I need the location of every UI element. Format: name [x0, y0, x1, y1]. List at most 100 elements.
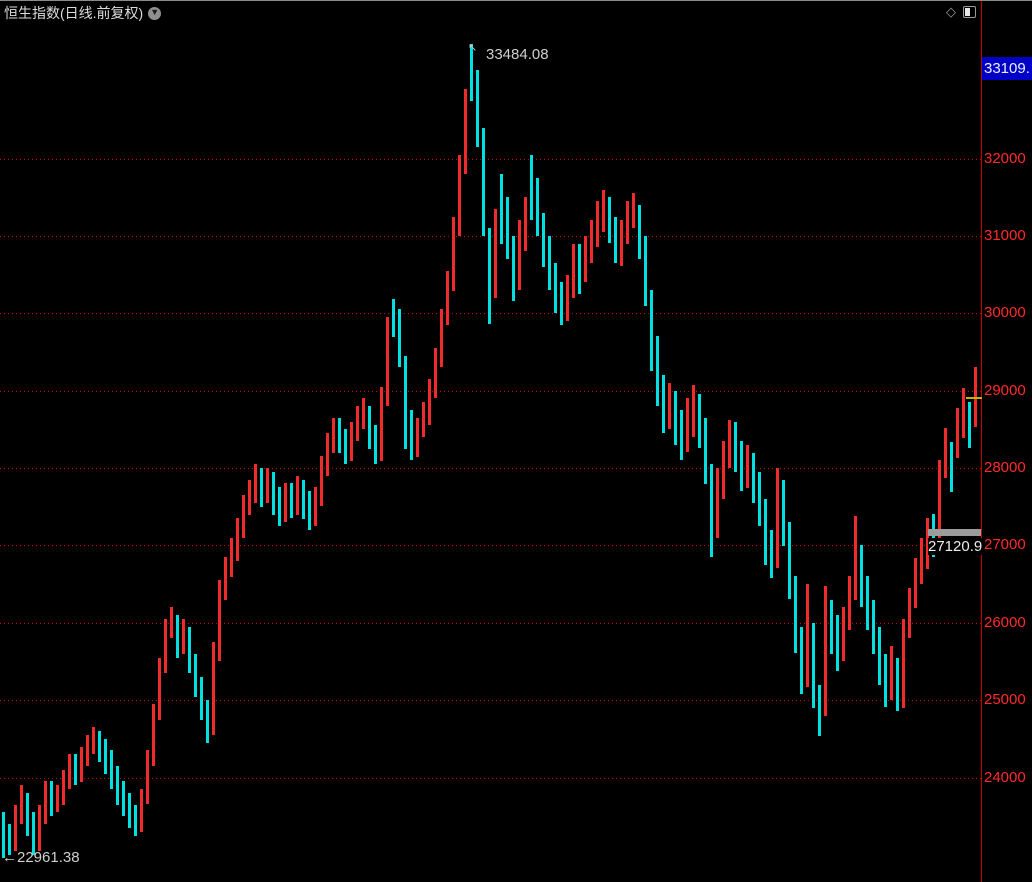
- candle-bar: [92, 727, 95, 754]
- candle-bar: [248, 480, 251, 515]
- candle-bar: [764, 499, 767, 565]
- candle-bar: [512, 236, 515, 301]
- candle-bar: [440, 309, 443, 367]
- candle-bar: [62, 770, 65, 805]
- candle-bar: [632, 193, 635, 228]
- chevron-down-circle-icon[interactable]: ▼: [148, 7, 161, 20]
- candle-bar: [404, 356, 407, 449]
- y-axis-line: [981, 1, 982, 882]
- candle-bar: [308, 491, 311, 530]
- candle-bar: [686, 398, 689, 452]
- candle-bar: [590, 220, 593, 263]
- candle-bar: [230, 538, 233, 577]
- candle-bar: [776, 468, 779, 568]
- candle-bar: [824, 586, 827, 716]
- candle-bar: [890, 646, 893, 700]
- candle-bar: [296, 476, 299, 515]
- candle-bar: [782, 480, 785, 546]
- candle-bar: [332, 418, 335, 453]
- candle-bar: [410, 410, 413, 460]
- candle-bar: [260, 468, 263, 507]
- candle-bar: [386, 317, 389, 406]
- candle-bar: [194, 654, 197, 697]
- panel-layout-icon[interactable]: [963, 6, 976, 18]
- candle-bar: [692, 385, 695, 437]
- candle-bar: [44, 781, 47, 824]
- candle-bar: [668, 383, 671, 429]
- candle-bar: [806, 584, 809, 687]
- gridline: [0, 159, 981, 160]
- candle-bar: [338, 418, 341, 453]
- candle-bar: [740, 441, 743, 491]
- candle-bar: [494, 209, 497, 298]
- candle-bar: [734, 422, 737, 472]
- candle-bar: [98, 731, 101, 762]
- candle-bar: [608, 197, 611, 243]
- instrument-title: 恒生指数(日线.前复权): [4, 3, 143, 23]
- diamond-icon[interactable]: ◇: [946, 5, 956, 18]
- y-axis-tick-label: 32000: [984, 150, 1026, 167]
- candle-bar: [848, 576, 851, 630]
- candle-bar: [86, 735, 89, 766]
- candle-bar: [488, 228, 491, 324]
- gridline: [0, 623, 981, 624]
- candle-bar: [662, 375, 665, 433]
- candle-bar: [146, 750, 149, 804]
- gridline: [0, 468, 981, 469]
- candle-bar: [506, 197, 509, 259]
- candle-bar: [704, 418, 707, 484]
- candle-bar: [128, 793, 131, 828]
- close-price-tick: [966, 397, 982, 399]
- candle-bar: [68, 754, 71, 789]
- candle-bar: [56, 785, 59, 812]
- candle-bar: [452, 217, 455, 291]
- candle-bar: [326, 433, 329, 476]
- candle-bar: [476, 70, 479, 147]
- candle-bar: [644, 236, 647, 306]
- candle-bar: [566, 275, 569, 321]
- candle-bar: [254, 464, 257, 503]
- candle-bar: [152, 704, 155, 766]
- candle-bar: [812, 623, 815, 708]
- y-axis-tick-label: 27000: [984, 536, 1026, 553]
- y-axis-tick-label: 24000: [984, 769, 1026, 786]
- candle-bar: [596, 201, 599, 247]
- instrument-title-bar: 恒生指数(日线.前复权) ▼: [4, 4, 161, 22]
- candle-bar: [548, 236, 551, 290]
- candle-bar: [500, 174, 503, 244]
- candle-bar: [398, 309, 401, 367]
- candlestick-plot-area[interactable]: [0, 1, 981, 882]
- candle-bar: [788, 522, 791, 599]
- candle-bar: [626, 201, 629, 244]
- candle-bar: [200, 677, 203, 720]
- candle-bar: [236, 518, 239, 561]
- candle-bar: [944, 428, 947, 478]
- candle-bar: [50, 781, 53, 816]
- candle-bar: [830, 600, 833, 654]
- candle-bar: [908, 588, 911, 638]
- candle-bar: [140, 789, 143, 832]
- chart-window: 33109. 320003100030000290002800027000260…: [0, 0, 1032, 882]
- candle-bar: [302, 480, 305, 519]
- candle-bar: [914, 558, 917, 608]
- candle-bar: [170, 607, 173, 638]
- candle-bar: [104, 739, 107, 774]
- candle-bar: [920, 538, 923, 584]
- candle-bar: [602, 190, 605, 232]
- candle-bar: [122, 781, 125, 816]
- candle-bar: [950, 442, 953, 492]
- candle-bar: [20, 785, 23, 824]
- last-price-label: 27120.9: [928, 538, 982, 555]
- candle-bar: [38, 805, 41, 851]
- candle-bar: [962, 388, 965, 438]
- candle-bar: [872, 600, 875, 654]
- y-axis[interactable]: 33109. 320003100030000290002800027000260…: [981, 1, 1032, 882]
- candle-bar: [380, 387, 383, 461]
- y-axis-tick-label: 25000: [984, 691, 1026, 708]
- candle-bar: [524, 197, 527, 251]
- candle-bar: [446, 271, 449, 325]
- candle-bar: [758, 472, 761, 526]
- candle-bar: [110, 750, 113, 789]
- candle-bar: [272, 472, 275, 515]
- candle-bar: [350, 422, 353, 461]
